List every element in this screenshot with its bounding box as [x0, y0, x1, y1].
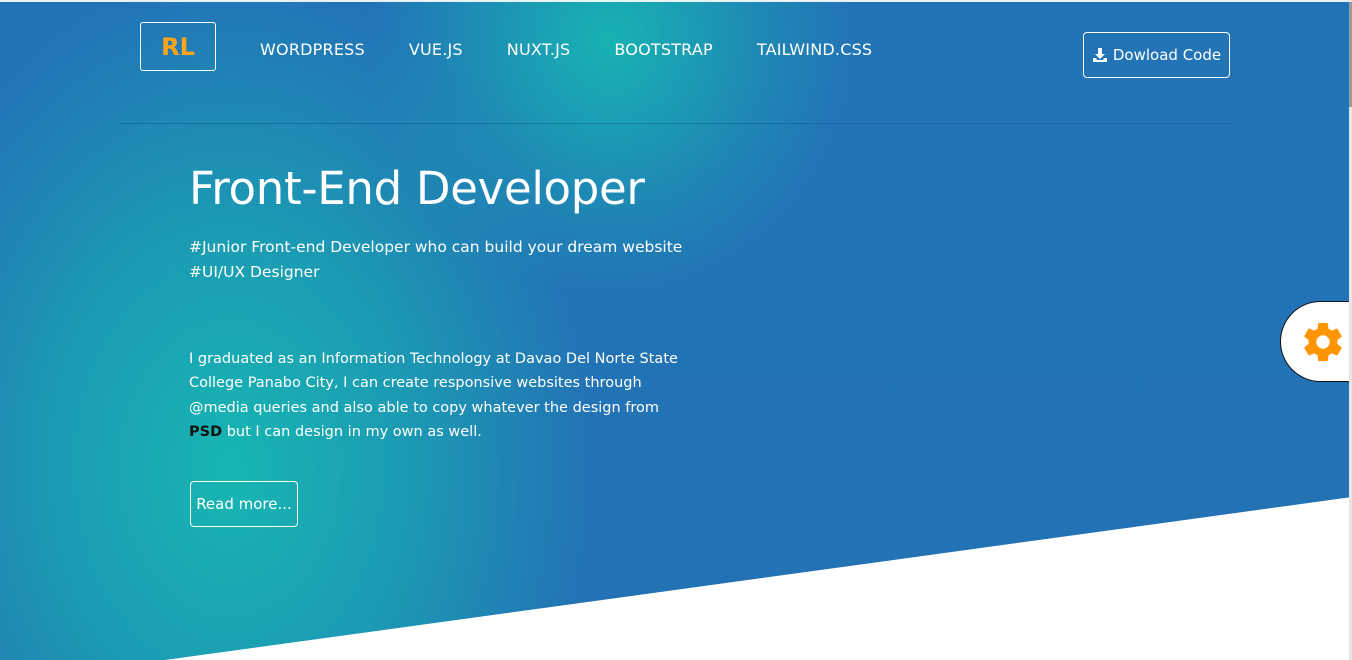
logo[interactable]: RL: [140, 22, 216, 71]
about-paragraph: I graduated as an Information Technology…: [189, 347, 689, 444]
nav-item-nuxtjs[interactable]: NUXT.JS: [507, 40, 571, 59]
gear-icon: [1304, 322, 1342, 361]
page-title: Front-End Developer: [189, 162, 645, 215]
top-border: [0, 0, 1352, 2]
nav-item-bootstrap[interactable]: BOOTSTRAP: [614, 40, 712, 59]
main-nav: WORDPRESS VUE.JS NUXT.JS BOOTSTRAP TAILW…: [260, 40, 916, 59]
download-code-button[interactable]: Dowload Code: [1083, 32, 1230, 78]
nav-item-vuejs[interactable]: VUE.JS: [409, 40, 463, 59]
header-divider: [120, 123, 1230, 124]
settings-toggle[interactable]: [1280, 301, 1352, 382]
tagline-designer: #UI/UX Designer: [189, 263, 320, 281]
download-label: Dowload Code: [1112, 46, 1222, 64]
about-text: I graduated as an Information Technology…: [189, 351, 678, 416]
tagline-developer: #Junior Front-end Developer who can buil…: [189, 238, 683, 256]
nav-item-wordpress[interactable]: WORDPRESS: [260, 40, 365, 59]
read-more-button[interactable]: Read more...: [190, 481, 298, 527]
nav-item-tailwind[interactable]: TAILWIND.CSS: [757, 40, 872, 59]
hero-bottom-wedge: [165, 497, 1352, 660]
download-icon: [1092, 48, 1107, 62]
about-text-end: but I can design in my own as well.: [222, 423, 482, 440]
psd-highlight: PSD: [189, 423, 223, 440]
hero-section: [0, 0, 1352, 660]
